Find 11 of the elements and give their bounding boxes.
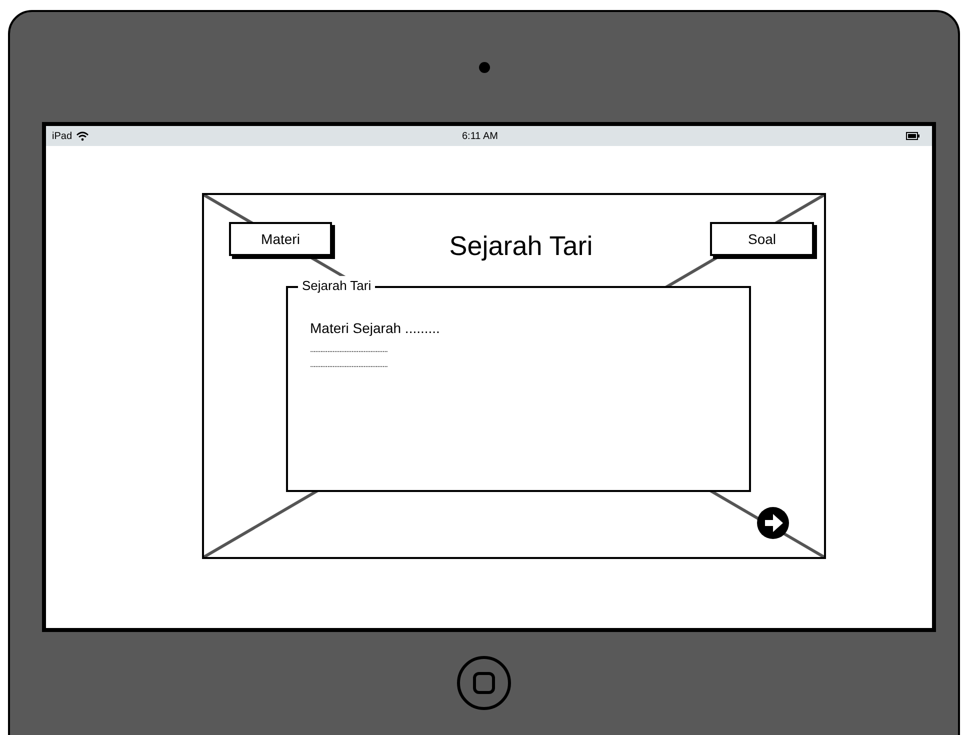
device-label: iPad bbox=[52, 130, 72, 144]
home-button[interactable] bbox=[457, 656, 511, 710]
battery-icon bbox=[906, 132, 920, 140]
status-time: 6:11 AM bbox=[462, 130, 498, 144]
text-line: ............................................. bbox=[310, 344, 389, 356]
wifi-icon bbox=[76, 131, 90, 141]
soal-button[interactable]: Soal bbox=[710, 222, 814, 256]
text-line: Materi Sejarah ......... bbox=[310, 319, 441, 338]
text-line: ............................................. bbox=[310, 359, 389, 371]
panel-legend: Sejarah Tari bbox=[298, 276, 376, 296]
materi-button[interactable]: Materi bbox=[229, 222, 332, 256]
